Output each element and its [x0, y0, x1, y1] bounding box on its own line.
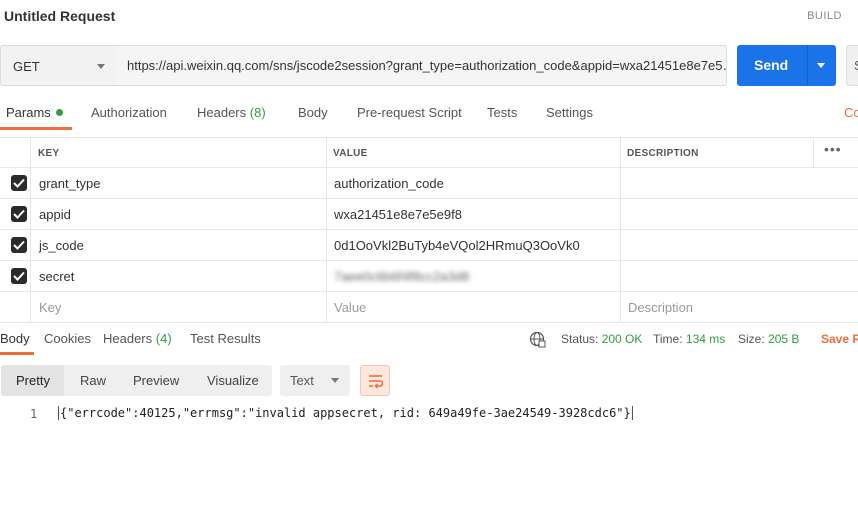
chevron-down-icon [331, 378, 339, 383]
param-key[interactable]: js_code [39, 238, 84, 253]
column-divider [326, 137, 327, 323]
table-row-new: Key Value Description [0, 292, 858, 323]
table-row: grant_type authorization_code [0, 168, 858, 199]
response-tab-indicator [0, 352, 34, 355]
checkbox-checked-icon[interactable] [11, 175, 27, 191]
tab-active-indicator [0, 127, 72, 130]
column-header-description: DESCRIPTION [627, 148, 699, 159]
new-key-input[interactable]: Key [39, 300, 61, 315]
response-body-editor[interactable]: 1 {"errcode":40125,"errmsg":"invalid app… [0, 404, 858, 426]
new-description-input[interactable]: Description [628, 300, 693, 315]
checkbox-checked-icon[interactable] [11, 237, 27, 253]
line-number: 1 [30, 407, 38, 421]
tab-body[interactable]: Body [298, 105, 328, 120]
tab-test-results[interactable]: Test Results [190, 331, 261, 346]
column-divider [813, 137, 814, 168]
send-label: Send [754, 57, 789, 73]
send-divider [807, 45, 808, 86]
send-options-chevron-icon[interactable] [817, 63, 825, 68]
tab-pre-request-script[interactable]: Pre-request Script [357, 105, 462, 120]
status-value[interactable]: 200 OK [602, 332, 643, 346]
format-label: Text [290, 373, 314, 388]
param-key[interactable]: appid [39, 207, 71, 222]
more-horizontal-icon[interactable]: ••• [824, 141, 842, 157]
globe-icon[interactable] [529, 331, 546, 351]
checkbox-checked-icon[interactable] [11, 206, 27, 222]
wrap-lines-button[interactable] [360, 365, 390, 396]
cookies-link[interactable]: Co [844, 105, 858, 120]
new-value-input[interactable]: Value [334, 300, 366, 315]
status-display: Status: 200 OK [561, 332, 643, 346]
request-tabs: Params Authorization Headers (8) Body Pr… [0, 98, 858, 130]
param-key[interactable]: grant_type [39, 176, 100, 191]
table-row: secret 7aee0c6b6f4f8cc2a3d8 [0, 261, 858, 292]
param-value[interactable]: 0d1OoVkl2BuTyb4eVQol2HRmuQ3OoVk0 [334, 238, 580, 253]
request-title[interactable]: Untitled Request [4, 8, 115, 24]
response-body-text[interactable]: {"errcode":40125,"errmsg":"invalid appse… [58, 406, 633, 420]
column-header-value: VALUE [333, 148, 368, 159]
view-mode-tabs: Pretty Raw Preview Visualize [1, 365, 272, 396]
save-response-button[interactable]: Save R [821, 332, 858, 346]
checkbox-checked-icon[interactable] [11, 268, 27, 284]
tab-params[interactable]: Params [6, 105, 63, 120]
size-display: Size: 205 B [738, 332, 800, 346]
column-header-key: KEY [38, 148, 60, 159]
tab-response-headers[interactable]: Headers (4) [103, 331, 172, 346]
chevron-down-icon [97, 64, 105, 69]
tab-response-cookies[interactable]: Cookies [44, 331, 91, 346]
table-row: appid wxa21451e8e7e5e9f8 [0, 199, 858, 230]
method-select[interactable]: GET [0, 45, 117, 86]
tab-response-body[interactable]: Body [0, 331, 30, 346]
column-divider [620, 137, 621, 323]
tab-authorization[interactable]: Authorization [91, 105, 167, 120]
size-value[interactable]: 205 B [768, 332, 799, 346]
column-divider [30, 137, 31, 323]
view-tab-visualize[interactable]: Visualize [207, 373, 259, 388]
save-button[interactable]: S [846, 45, 858, 86]
tab-headers[interactable]: Headers (8) [197, 105, 266, 120]
response-tabs: Body Cookies Headers (4) Test Results St… [0, 326, 858, 355]
format-select[interactable]: Text [280, 365, 350, 396]
send-button[interactable]: Send [737, 45, 836, 86]
param-value-redacted[interactable]: 7aee0c6b6f4f8cc2a3d8 [334, 269, 469, 284]
title-bar: Untitled Request BUILD [0, 0, 858, 34]
method-label: GET [13, 59, 40, 74]
view-tab-pretty[interactable]: Pretty [16, 373, 50, 388]
time-display: Time: 134 ms [653, 332, 726, 346]
view-tab-preview[interactable]: Preview [133, 373, 179, 388]
table-row: js_code 0d1OoVkl2BuTyb4eVQol2HRmuQ3OoVk0 [0, 230, 858, 261]
params-header-row: KEY VALUE DESCRIPTION ••• [0, 137, 858, 168]
headers-count: (8) [249, 105, 266, 120]
url-input[interactable]: https://api.weixin.qq.com/sns/jscode2ses… [116, 45, 727, 86]
wrap-lines-icon [369, 375, 384, 389]
param-key[interactable]: secret [39, 269, 74, 284]
param-value[interactable]: wxa21451e8e7e5e9f8 [334, 207, 462, 222]
params-active-dot [55, 109, 63, 116]
build-label[interactable]: BUILD [807, 10, 842, 22]
view-tab-raw[interactable]: Raw [80, 373, 106, 388]
param-value[interactable]: authorization_code [334, 176, 444, 191]
tab-settings[interactable]: Settings [546, 105, 593, 120]
response-headers-count: (4) [155, 331, 172, 346]
tab-tests[interactable]: Tests [487, 105, 517, 120]
time-value[interactable]: 134 ms [686, 332, 725, 346]
